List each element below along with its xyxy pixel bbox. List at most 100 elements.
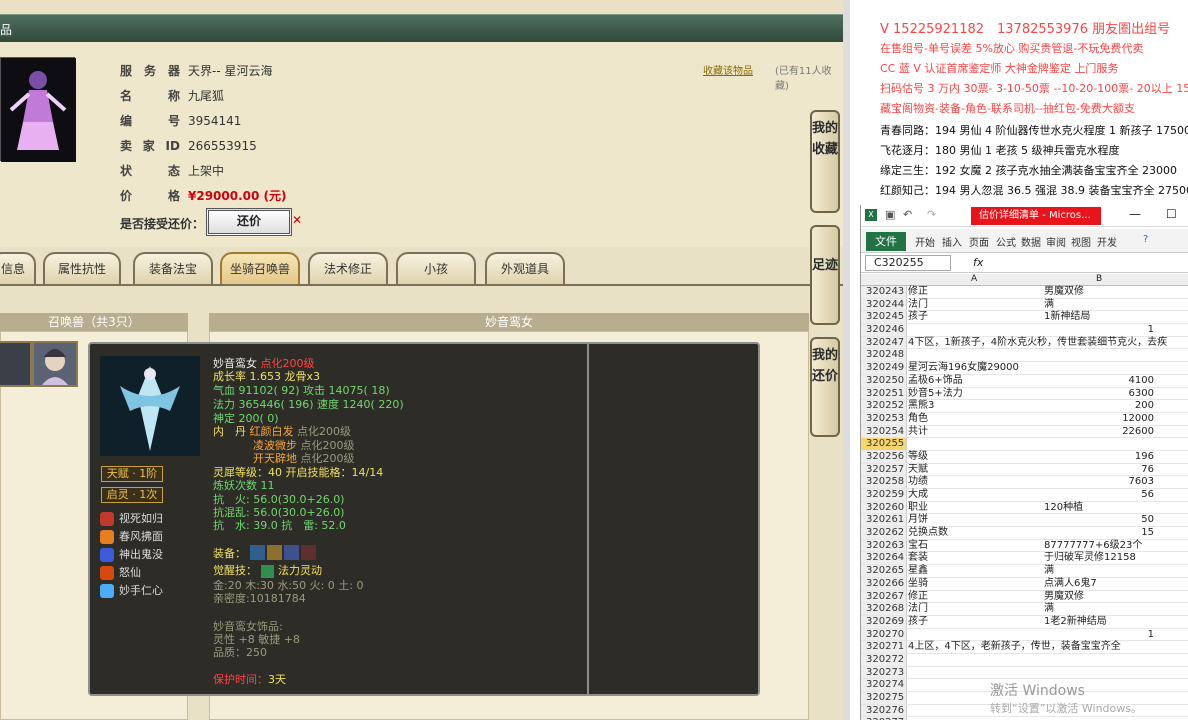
cell-a[interactable]: 宝石 xyxy=(908,540,928,553)
skill-4[interactable]: 怒仙 xyxy=(100,564,141,580)
table-row[interactable]: 320253 角色 12000 xyxy=(861,412,1188,426)
cell-b[interactable]: 点满人6鬼7 xyxy=(1044,578,1097,591)
cell-a[interactable]: 黑熊3 xyxy=(908,400,934,413)
tab-equipment[interactable]: 装备法宝 xyxy=(133,252,213,284)
cell-a[interactable]: 4下区，1新孩子，4阶水克火秒，传世套装细节克火，去疾 xyxy=(908,337,1167,350)
equip-icon[interactable] xyxy=(301,545,316,560)
cell-b[interactable]: 1老2新神结局 xyxy=(1044,616,1107,629)
cell-a[interactable]: 角色 xyxy=(908,413,928,426)
cell-a[interactable]: 修正 xyxy=(908,286,928,299)
side-my-haggles[interactable]: 我的还价 xyxy=(810,337,840,437)
cell-b[interactable]: 7603 xyxy=(1044,476,1154,489)
skill-3[interactable]: 神出鬼没 xyxy=(100,546,163,562)
pet-thumb-1[interactable] xyxy=(0,341,32,387)
table-row[interactable]: 320270 1 xyxy=(861,628,1188,642)
cell-a[interactable]: 大成 xyxy=(908,489,928,502)
table-row[interactable]: 320250 孟极6+饰品 4100 xyxy=(861,374,1188,388)
cell-a[interactable]: 修正 xyxy=(908,591,928,604)
table-row[interactable]: 320262 兑换点数 15 xyxy=(861,527,1188,540)
equip-icon[interactable] xyxy=(250,545,265,560)
cell-b[interactable]: 15 xyxy=(1044,527,1154,540)
cell-b[interactable]: 56 xyxy=(1044,489,1154,502)
table-row[interactable]: 320264 套装 于归破军灵修12158 xyxy=(861,552,1188,566)
table-row[interactable]: 320261 月饼 50 xyxy=(861,514,1188,528)
fx-icon[interactable]: fx xyxy=(973,256,983,269)
undo-icon[interactable]: ↶ xyxy=(903,208,912,221)
ribbon-tab-dev[interactable]: 开发 xyxy=(1097,234,1117,249)
cell-a[interactable]: 星河云海196女魔29000 xyxy=(908,362,1019,375)
cell-b[interactable]: 87777777+6级23个 xyxy=(1044,540,1142,553)
cell-a[interactable]: 等级 xyxy=(908,451,928,464)
table-row[interactable]: 320247 4下区，1新孩子，4阶水克火秒，传世套装细节克火，去疾 xyxy=(861,336,1188,350)
table-row[interactable]: 320267 修正 男魔双修 xyxy=(861,590,1188,604)
tab-mounts-pets[interactable]: 坐骑召唤兽 xyxy=(220,252,300,284)
redo-icon[interactable]: ↷ xyxy=(927,208,936,221)
equip-icon[interactable] xyxy=(284,545,299,560)
cell-a[interactable]: 法门 xyxy=(908,299,928,312)
cell-b[interactable]: 男魔双修 xyxy=(1044,286,1084,299)
table-row[interactable]: 320273 xyxy=(861,666,1188,680)
tab-spell-correction[interactable]: 法术修正 xyxy=(308,252,388,284)
skill-2[interactable]: 春风拂面 xyxy=(100,528,163,544)
ribbon-tab-home[interactable]: 开始 xyxy=(915,234,935,249)
cell-a[interactable]: 套装 xyxy=(908,552,928,565)
cell-b[interactable]: 6300 xyxy=(1044,388,1154,401)
cell-a[interactable]: 兑换点数 xyxy=(908,527,948,540)
table-row[interactable]: 320271 4上区，4下区，老新孩子，传世，装备宝宝齐全 xyxy=(861,641,1188,654)
cell-b[interactable]: 1 xyxy=(1044,629,1154,642)
table-row[interactable]: 320257 天赋 76 xyxy=(861,463,1188,477)
cell-a[interactable]: 孩子 xyxy=(908,311,928,324)
cell-b[interactable]: 76 xyxy=(1044,464,1154,477)
cell-b[interactable]: 120种植 xyxy=(1044,502,1083,515)
cell-b[interactable]: 1新神结局 xyxy=(1044,311,1090,324)
ribbon-tab-data[interactable]: 数据 xyxy=(1021,234,1041,249)
cell-a[interactable]: 共计 xyxy=(908,426,928,439)
tab-info[interactable]: 信息 xyxy=(0,252,36,284)
cell-b[interactable]: 满 xyxy=(1044,299,1054,312)
cell-b[interactable]: 4100 xyxy=(1044,375,1154,388)
table-row[interactable]: 320252 黑熊3 200 xyxy=(861,400,1188,413)
close-icon[interactable]: ✕ xyxy=(292,213,302,227)
cell-b[interactable]: 50 xyxy=(1044,514,1154,527)
cell-a[interactable]: 4上区，4下区，老新孩子，传世，装备宝宝齐全 xyxy=(908,641,1121,654)
table-row[interactable]: 320251 妙音5+法力 6300 xyxy=(861,387,1188,401)
cell-b[interactable]: 于归破军灵修12158 xyxy=(1044,552,1136,565)
ribbon-tab-page[interactable]: 页面 xyxy=(969,234,989,249)
cell-a[interactable]: 坐骑 xyxy=(908,578,928,591)
cell-a[interactable]: 月饼 xyxy=(908,514,928,527)
cell-a[interactable]: 天赋 xyxy=(908,464,928,477)
table-row[interactable]: 320255 xyxy=(861,438,1188,451)
table-row[interactable]: 320259 大成 56 xyxy=(861,489,1188,502)
cell-b[interactable]: 200 xyxy=(1044,400,1154,413)
side-my-favorites[interactable]: 我的收藏 xyxy=(810,110,840,213)
cell-b[interactable]: 12000 xyxy=(1044,413,1154,426)
cell-a[interactable]: 法门 xyxy=(908,603,928,616)
table-row[interactable]: 320266 坐骑 点满人6鬼7 xyxy=(861,577,1188,591)
cell-b[interactable]: 满 xyxy=(1044,565,1054,578)
table-row[interactable]: 320243 修正 男魔双修 xyxy=(861,286,1188,299)
cell-b[interactable]: 22600 xyxy=(1044,426,1154,439)
tab-appearance[interactable]: 外观道具 xyxy=(485,252,565,284)
excel-name-box[interactable]: C320255 xyxy=(865,255,951,271)
table-row[interactable]: 320263 宝石 87777777+6级23个 xyxy=(861,539,1188,553)
equip-icon[interactable] xyxy=(267,545,282,560)
help-icon[interactable]: ? xyxy=(1143,234,1148,245)
page-scrollbar[interactable] xyxy=(843,0,850,720)
table-row[interactable]: 320244 法门 满 xyxy=(861,298,1188,312)
side-footprints[interactable]: 足迹 xyxy=(810,225,840,325)
cell-b[interactable]: 196 xyxy=(1044,451,1154,464)
excel-grid[interactable]: 320243 修正 男魔双修 320244 法门满 320245 孩子 1新神结局 320246… xyxy=(861,286,1188,720)
maximize-icon[interactable]: ☐ xyxy=(1166,207,1177,221)
save-icon[interactable]: ▣ xyxy=(885,208,895,221)
table-row[interactable]: 320272 xyxy=(861,653,1188,667)
cell-a[interactable]: 妙音5+法力 xyxy=(908,388,963,401)
tab-attributes[interactable]: 属性抗性 xyxy=(43,252,121,284)
cell-a[interactable]: 孟极6+饰品 xyxy=(908,375,963,388)
table-row[interactable]: 320256 等级 196 xyxy=(861,450,1188,464)
cell-b[interactable]: 1 xyxy=(1044,324,1154,337)
column-a-header[interactable]: A xyxy=(971,274,977,284)
cell-a[interactable]: 孩子 xyxy=(908,616,928,629)
cell-a[interactable]: 功绩 xyxy=(908,476,928,489)
table-row[interactable]: 320254 共计 22600 xyxy=(861,425,1188,439)
table-row[interactable]: 320260 职业 120种植 xyxy=(861,501,1188,515)
